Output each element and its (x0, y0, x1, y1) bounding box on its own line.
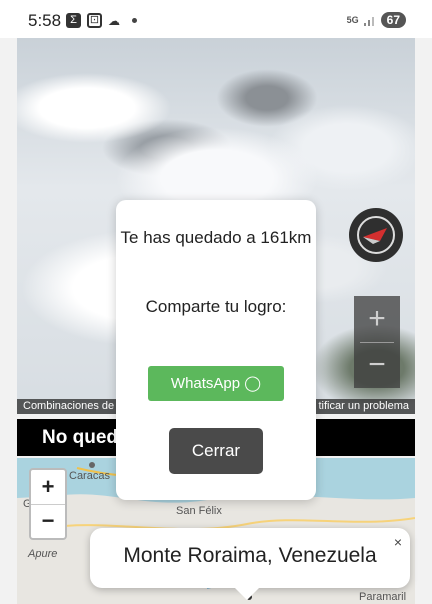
divider (360, 342, 394, 343)
close-button[interactable]: Cerrar (169, 428, 263, 474)
street-view-zoom-out-button[interactable]: − (354, 342, 400, 388)
notification-icons: Σ ⊡ ☁ (66, 13, 137, 28)
street-view-zoom-in-button[interactable]: + (354, 296, 400, 342)
street-view-zoom: + − (354, 296, 400, 388)
signal-icon (363, 17, 374, 26)
popup-pointer (235, 588, 259, 600)
location-popup: Monte Roraima, Venezuela × (90, 528, 410, 588)
map-label-paramaribo: Paramaril (359, 591, 407, 603)
map-label-caracas: Caracas (69, 470, 110, 482)
more-notifications-icon (132, 18, 137, 23)
compass-button[interactable] (349, 208, 403, 262)
weather-icon: ☁ (108, 13, 120, 28)
map-zoom-control: + − (29, 468, 67, 540)
battery-indicator: 67 (380, 12, 406, 28)
compass-icon (357, 216, 395, 254)
report-problem-link[interactable]: tificar un problema (319, 399, 410, 414)
map-label-san-felix: San Félix (176, 505, 222, 517)
status-bar: 5:58 Σ ⊡ ☁ 5G 67 (0, 0, 432, 38)
whatsapp-share-button[interactable]: WhatsApp ◯ (148, 366, 284, 401)
map-label-apure: Apure (28, 548, 58, 560)
location-name: Monte Roraima, Venezuela (123, 544, 377, 567)
popup-close-button[interactable]: × (394, 534, 402, 550)
status-time: 5:58 (28, 11, 62, 30)
map-zoom-in-button[interactable]: + (31, 470, 65, 504)
result-message: Te has quedado a 161km (120, 228, 312, 247)
attribution-shortcuts[interactable]: Combinaciones de (23, 399, 114, 414)
network-type: 5G (346, 14, 359, 25)
result-modal: Te has quedado a 161km Comparte tu logro… (116, 200, 316, 500)
divider (31, 504, 65, 505)
share-prompt: Comparte tu logro: (145, 297, 287, 316)
screenshot-icon: ⊡ (87, 13, 102, 28)
sigma-icon: Σ (66, 13, 81, 28)
map-zoom-out-button[interactable]: − (31, 504, 65, 538)
